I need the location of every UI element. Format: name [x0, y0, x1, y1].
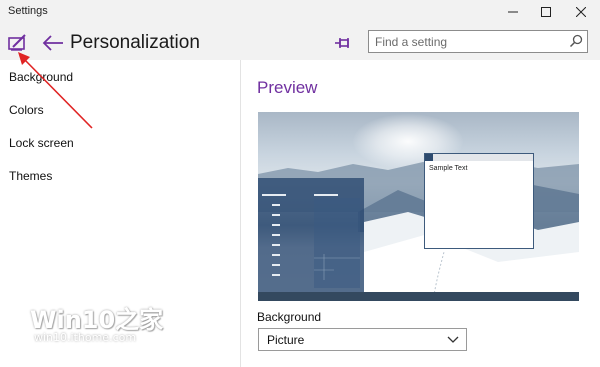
background-label: Background: [257, 310, 322, 324]
close-button[interactable]: [566, 0, 596, 24]
sidebar-item-lock-screen[interactable]: Lock screen: [9, 136, 74, 150]
minimize-icon: [508, 11, 518, 13]
preview-taskbar: [258, 292, 579, 301]
watermark-url: win10.ithome.com: [34, 331, 137, 344]
preview-start-panel: [258, 178, 364, 292]
settings-brush-icon[interactable]: [8, 33, 28, 53]
pin-icon[interactable]: [334, 35, 352, 51]
minimize-button[interactable]: [498, 0, 528, 24]
maximize-button[interactable]: [531, 0, 561, 24]
sample-text: Sample Text: [429, 165, 468, 172]
close-icon: [576, 7, 586, 17]
preview-image: Sample Text: [258, 112, 579, 301]
background-dropdown-value: Picture: [267, 333, 305, 347]
search-input[interactable]: [369, 31, 565, 52]
search-icon[interactable]: [569, 34, 583, 48]
window-title: Settings: [8, 5, 48, 17]
back-arrow-icon[interactable]: [42, 33, 64, 53]
title-bar: Settings: [0, 0, 600, 25]
sidebar-item-colors[interactable]: Colors: [9, 103, 44, 117]
preview-sample-window: Sample Text: [424, 153, 534, 249]
background-dropdown[interactable]: Picture: [258, 328, 467, 351]
watermark: Win10之家 win10.ithome.com: [30, 300, 164, 344]
sidebar-item-themes[interactable]: Themes: [9, 169, 52, 183]
start-tiles: [262, 194, 360, 288]
settings-header: Personalization: [0, 24, 600, 60]
maximize-icon: [541, 7, 551, 17]
watermark-brand: Win10之家: [30, 306, 164, 334]
search-box: [368, 30, 588, 53]
preview-heading: Preview: [257, 78, 318, 97]
page-title: Personalization: [70, 32, 200, 53]
sample-window-titlebar: [425, 154, 533, 161]
chevron-down-icon: [447, 336, 459, 343]
sidebar-item-background[interactable]: Background: [9, 70, 73, 84]
main-content: Preview Sample Text Background Picture: [241, 60, 600, 367]
sample-window-accent: [425, 154, 433, 161]
